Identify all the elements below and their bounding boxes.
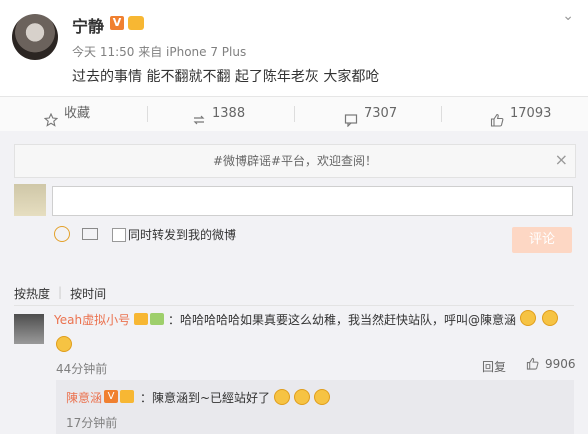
sync-repost-checkbox[interactable] — [112, 228, 126, 242]
sync-repost-label: 同时转发到我的微博 — [128, 228, 237, 242]
image-icon[interactable] — [82, 228, 98, 240]
comment-icon — [344, 107, 358, 128]
chevron-down-icon[interactable]: ⌄ — [562, 8, 574, 24]
commenter-avatar[interactable] — [14, 314, 44, 344]
sub-reply-text: ：陳意涵到~已經站好了 — [140, 391, 271, 405]
verified-badge: V — [110, 16, 124, 30]
comment-input[interactable] — [52, 186, 573, 216]
my-avatar — [14, 184, 46, 216]
tab-divider: | — [58, 285, 63, 299]
verified-badge: V — [104, 390, 118, 403]
comment-count: 7307 — [364, 106, 398, 121]
like-count: 17093 — [510, 106, 552, 121]
sort-tabs: 按热度 | 按时间 — [14, 285, 106, 302]
comment-like-count: 9906 — [545, 357, 576, 371]
level-badge-icon — [128, 16, 144, 30]
divider — [147, 106, 148, 122]
comment-time: 44分钟前 — [56, 362, 108, 376]
laugh-emoji-icon — [542, 310, 558, 326]
sub-reply-box — [56, 380, 574, 434]
divider — [441, 106, 442, 122]
thumbs-up-icon — [526, 357, 540, 371]
shy-emoji-icon — [314, 389, 330, 405]
tab-time[interactable]: 按时间 — [70, 285, 106, 302]
user-avatar[interactable] — [12, 14, 58, 60]
comment-button[interactable]: 7307 — [344, 97, 397, 131]
rumor-notice-banner[interactable]: #微博辟谣#平台，欢迎查阅！ — [14, 144, 576, 178]
comment-like-button[interactable]: 9906 — [526, 357, 576, 371]
post-meta: 今天 11:50 来自 iPhone 7 Plus — [72, 45, 247, 59]
commenter-name[interactable]: Yeah虚拟小号 — [54, 311, 130, 328]
member-badge-icon — [134, 313, 148, 325]
emoji-icon[interactable] — [54, 226, 70, 242]
divider — [294, 106, 295, 122]
member-badge-icon — [120, 390, 134, 403]
star-icon — [43, 107, 59, 127]
shy-emoji-icon — [294, 389, 310, 405]
post-username[interactable]: 宁静 — [72, 13, 104, 37]
repost-button[interactable]: 1388 — [192, 97, 245, 131]
favorite-label: 收藏 — [64, 106, 91, 121]
post-text: 过去的事情 能不翻就不翻 起了陈年老灰 大家都呛 — [72, 69, 380, 85]
favorite-button[interactable]: 收藏 — [43, 97, 91, 131]
close-icon[interactable]: × — [555, 150, 568, 169]
laugh-emoji-icon — [56, 336, 72, 352]
medal-badge-icon — [150, 313, 164, 325]
notice-text: #微博辟谣#平台，欢迎查阅！ — [212, 154, 378, 168]
submit-comment-button[interactable]: 评论 — [512, 227, 572, 253]
divider — [14, 305, 574, 306]
laugh-emoji-icon — [520, 310, 536, 326]
shy-emoji-icon — [274, 389, 290, 405]
thumbs-up-icon — [490, 107, 504, 127]
sub-reply-time: 17分钟前 — [66, 416, 118, 430]
like-button[interactable]: 17093 — [490, 97, 551, 131]
comment-text: ：哈哈哈哈哈如果真要这么幼稚，我当然赶快站队，呼叫@陳意涵 — [168, 313, 517, 327]
repost-count: 1388 — [212, 106, 246, 121]
repost-icon — [192, 107, 206, 125]
sub-reply-name[interactable]: 陳意涵 — [66, 389, 102, 406]
tab-hot[interactable]: 按热度 — [14, 285, 50, 302]
reply-button[interactable]: 回复 — [482, 358, 506, 375]
